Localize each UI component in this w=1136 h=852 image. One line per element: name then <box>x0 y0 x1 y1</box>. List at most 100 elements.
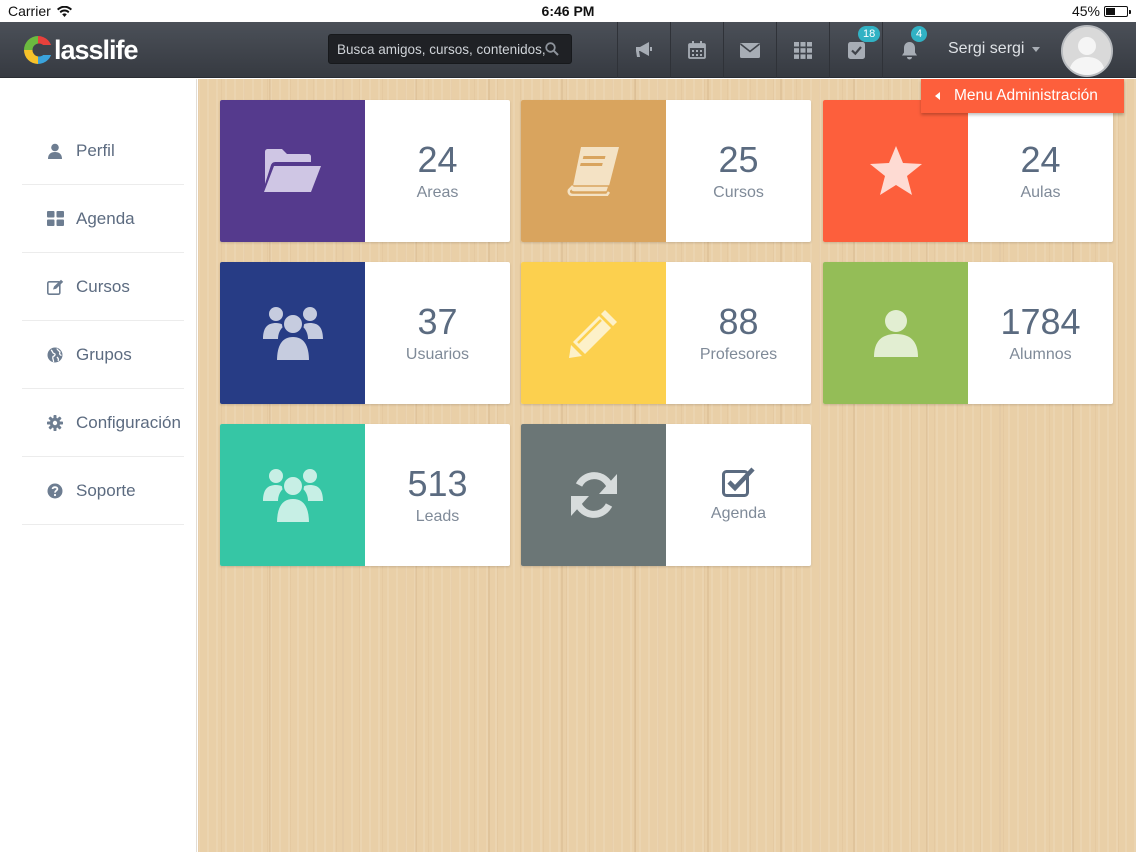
tile-info: 88 Profesores <box>666 262 811 404</box>
tile-color-panel <box>220 100 365 242</box>
tile-info: 1784 Alumnos <box>968 262 1113 404</box>
folder-open-icon <box>263 149 321 192</box>
sidebar-item-label: Perfil <box>76 140 115 160</box>
clock: 6:46 PM <box>541 3 595 19</box>
tile-color-panel <box>220 262 365 404</box>
check-square-icon <box>847 41 865 59</box>
user-menu[interactable]: Sergi sergi <box>948 40 1041 58</box>
caret-left-icon <box>935 92 940 100</box>
tile-usuarios[interactable]: 37 Usuarios <box>220 262 510 404</box>
tile-label: Alumnos <box>1009 346 1072 363</box>
tile-label: Areas <box>416 184 459 201</box>
sidebar-item-grupos[interactable]: Grupos <box>22 321 184 389</box>
users-icon <box>262 469 323 523</box>
globe-icon <box>47 347 63 362</box>
sidebar-menu: Perfil Agenda Cursos Grupos Configuració… <box>22 117 184 525</box>
tasks-badge: 18 <box>858 26 881 42</box>
sidebar-item-configuracion[interactable]: Configuración <box>22 389 184 457</box>
sidebar-item-label: Cursos <box>76 276 130 296</box>
check-square-icon <box>721 467 755 497</box>
star-icon <box>869 146 922 195</box>
tile-areas[interactable]: 24 Areas <box>220 100 510 242</box>
pencil-icon <box>568 310 617 358</box>
tile-label: Cursos <box>713 184 764 201</box>
battery-fill <box>1106 7 1115 15</box>
announcements-button[interactable] <box>617 22 670 78</box>
user-icon <box>48 143 62 159</box>
tile-color-panel <box>521 262 666 404</box>
sidebar-item-label: Configuración <box>76 412 181 432</box>
sidebar-item-agenda[interactable]: Agenda <box>22 185 184 253</box>
tile-profesores[interactable]: 88 Profesores <box>521 262 811 404</box>
caret-down-icon <box>1032 46 1041 52</box>
tile-alumnos[interactable]: 1784 Alumnos <box>823 262 1113 404</box>
tile-info: 513 Leads <box>365 424 510 566</box>
sidebar-item-label: Agenda <box>76 208 135 228</box>
tile-leads[interactable]: 513 Leads <box>220 424 510 566</box>
apps-button[interactable] <box>776 22 829 78</box>
tile-info: 24 Aulas <box>968 100 1113 242</box>
user-avatar-icon <box>1063 27 1111 75</box>
tile-color-panel <box>521 100 666 242</box>
tile-cursos[interactable]: 25 Cursos <box>521 100 811 242</box>
tile-info: 24 Areas <box>365 100 510 242</box>
sidebar-item-label: Soporte <box>76 480 136 500</box>
search-box[interactable] <box>328 34 572 64</box>
top-navbar: lasslife 18 4 Sergi sergi <box>0 22 1136 78</box>
calendar-icon <box>688 41 706 59</box>
user-icon <box>873 310 918 357</box>
messages-button[interactable] <box>723 22 776 78</box>
tile-value: 24 <box>1020 139 1061 180</box>
classlife-logo[interactable]: lasslife <box>22 34 139 66</box>
dashboard-icon <box>46 211 64 226</box>
tile-label: Profesores <box>699 346 778 363</box>
sidebar: Perfil Agenda Cursos Grupos Configuració… <box>0 79 197 852</box>
battery-icon <box>1104 5 1131 17</box>
sidebar-item-perfil[interactable]: Perfil <box>22 117 184 185</box>
megaphone-icon <box>636 42 652 57</box>
bell-icon <box>901 41 917 59</box>
tile-color-panel <box>823 100 968 242</box>
user-name-label: Sergi sergi <box>948 40 1025 57</box>
status-bar: Carrier 6:46 PM 45% <box>0 0 1136 22</box>
avatar[interactable] <box>1061 25 1113 77</box>
search-icon[interactable] <box>545 42 559 56</box>
calendar-button[interactable] <box>670 22 723 78</box>
tile-label: Aulas <box>1020 184 1061 201</box>
tile-info: 37 Usuarios <box>365 262 510 404</box>
search-input[interactable] <box>329 35 571 63</box>
tile-agenda[interactable]: Agenda <box>521 424 811 566</box>
tasks-button[interactable]: 18 <box>829 22 882 78</box>
tile-value: 1784 <box>1000 301 1081 342</box>
tile-info: Agenda <box>666 424 811 566</box>
tile-color-panel <box>823 262 968 404</box>
admin-menu-button[interactable]: Menu Administración <box>921 79 1124 113</box>
book-icon <box>567 147 619 196</box>
nav-icon-bar: 18 4 <box>617 22 935 78</box>
tile-value: 513 <box>407 463 468 504</box>
tile-value: 24 <box>417 139 458 180</box>
tile-label: Leads <box>415 508 460 525</box>
logo-mark-icon <box>24 36 54 64</box>
tile-label: Agenda <box>710 505 767 522</box>
sidebar-item-cursos[interactable]: Cursos <box>22 253 184 321</box>
question-icon <box>47 483 63 498</box>
grid-icon <box>794 41 812 59</box>
gear-icon <box>47 414 63 431</box>
tile-info: 25 Cursos <box>666 100 811 242</box>
notifications-button[interactable]: 4 <box>882 22 935 78</box>
tile-color-panel <box>521 424 666 566</box>
tile-color-panel <box>220 424 365 566</box>
tile-label: Usuarios <box>405 346 470 363</box>
users-icon <box>262 307 323 361</box>
dashboard-content: 24 Areas 25 Cursos 24 Aulas 37 Usuarios <box>198 79 1136 852</box>
logo-text: lasslife <box>54 34 139 65</box>
sidebar-item-soporte[interactable]: Soporte <box>22 457 184 525</box>
tile-aulas[interactable]: 24 Aulas <box>823 100 1113 242</box>
tile-value: 25 <box>718 139 759 180</box>
notifications-badge: 4 <box>911 26 928 42</box>
tile-value: 37 <box>417 301 458 342</box>
edit-icon <box>46 279 63 295</box>
refresh-icon <box>570 472 617 518</box>
sidebar-item-label: Grupos <box>76 344 132 364</box>
